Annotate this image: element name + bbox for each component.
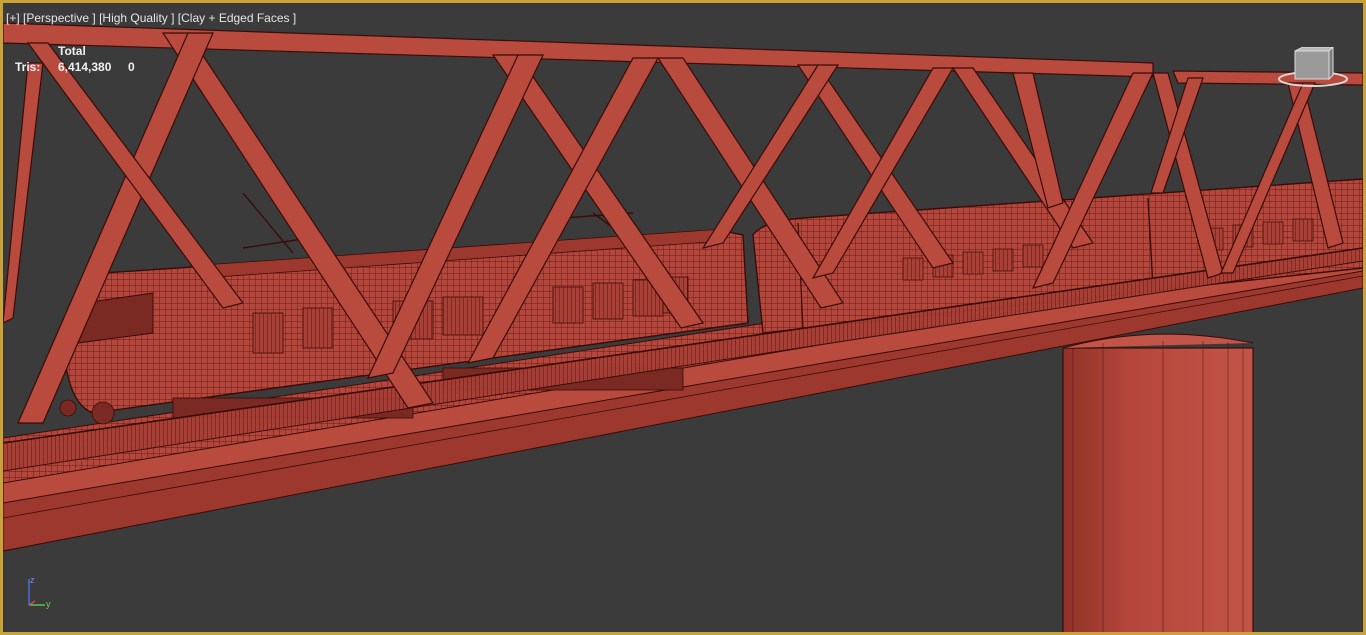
- viewport-quality-menu[interactable]: [High Quality ]: [99, 11, 174, 25]
- perspective-viewport[interactable]: [+] [Perspective ] [High Quality ] [Clay…: [0, 0, 1366, 635]
- viewport-label[interactable]: [+] [Perspective ] [High Quality ] [Clay…: [6, 11, 296, 25]
- axis-y-label: y: [46, 599, 51, 609]
- viewcube-icon[interactable]: [1275, 47, 1351, 91]
- stats-total-header: Total: [58, 44, 86, 58]
- axis-z-label: z: [30, 575, 35, 585]
- viewport-shading-menu[interactable]: [Clay + Edged Faces ]: [178, 11, 296, 25]
- viewport-general-menu[interactable]: [+]: [6, 11, 20, 25]
- stats-tris-label: Tris:: [15, 60, 41, 74]
- stats-tris-selected: 0: [128, 60, 135, 74]
- stats-tris-total: 6,414,380: [58, 60, 112, 74]
- axis-tripod-icon: z y: [28, 575, 51, 609]
- viewport-point-of-view-menu[interactable]: [Perspective ]: [23, 11, 96, 25]
- bridge-train-scene: [3, 22, 1363, 632]
- bridge-pier: [1062, 333, 1254, 632]
